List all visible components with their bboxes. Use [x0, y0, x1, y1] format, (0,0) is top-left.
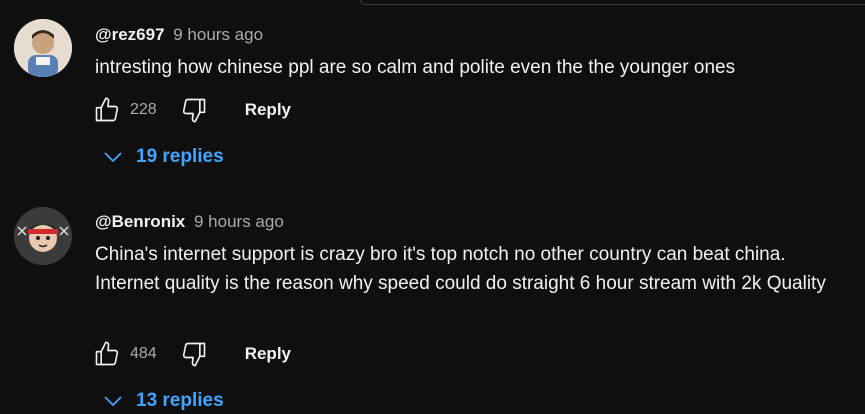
author-name[interactable]: @rez697: [95, 25, 165, 44]
top-divider: [360, 0, 865, 5]
comment-actions: 484 Reply: [92, 338, 291, 370]
like-count: 484: [130, 345, 157, 362]
comment-text: intresting how chinese ppl are so calm a…: [95, 57, 736, 78]
avatar[interactable]: [14, 207, 72, 265]
comment-text: China's internet support is crazy bro it…: [95, 244, 826, 294]
like-button[interactable]: [92, 339, 122, 369]
reply-button[interactable]: Reply: [245, 100, 291, 120]
timestamp[interactable]: 9 hours ago: [173, 25, 263, 44]
chevron-down-icon: [104, 152, 122, 163]
dislike-button[interactable]: [179, 95, 209, 125]
thumbs-down-icon: [182, 342, 206, 367]
thumbs-up-icon: [95, 341, 119, 366]
view-replies-button[interactable]: 13 replies: [104, 390, 224, 412]
avatar[interactable]: [14, 19, 72, 77]
view-replies-button[interactable]: 19 replies: [104, 146, 224, 168]
comment-actions: 228 Reply: [92, 94, 291, 126]
like-button[interactable]: [92, 95, 122, 125]
dislike-button[interactable]: [179, 339, 209, 369]
reply-button[interactable]: Reply: [245, 344, 291, 364]
replies-count: 13 replies: [136, 390, 224, 411]
thumbs-up-icon: [95, 97, 119, 122]
replies-count: 19 replies: [136, 146, 224, 167]
timestamp[interactable]: 9 hours ago: [194, 212, 284, 231]
comment-header: @rez697 9 hours ago: [95, 25, 263, 45]
like-count: 228: [130, 101, 157, 118]
comment-header: @Benronix 9 hours ago: [95, 212, 284, 232]
author-name[interactable]: @Benronix: [95, 212, 185, 231]
thumbs-down-icon: [182, 98, 206, 123]
chevron-down-icon: [104, 396, 122, 407]
